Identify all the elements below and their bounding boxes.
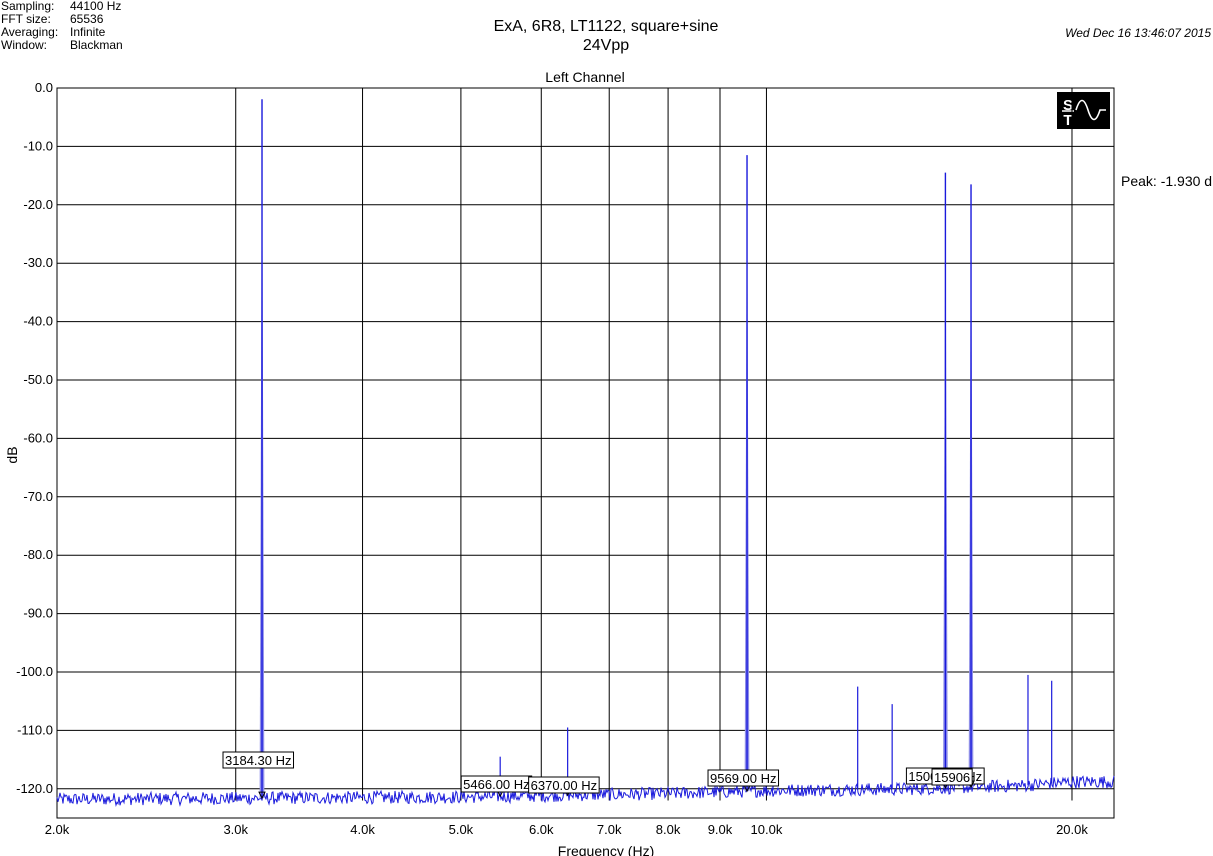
info-fft-value: 65536: [70, 12, 104, 26]
x-tick-label: 20.0k: [1056, 822, 1088, 837]
chart-subtitle: Left Channel: [545, 69, 624, 85]
marker-label: 3184.30 Hz: [225, 753, 292, 768]
spectrum-chart: Sampling: 44100 Hz FFT size: 65536 Avera…: [1, 0, 1212, 856]
plot-area: [56, 87, 1115, 819]
info-averaging-value: Infinite: [70, 25, 106, 39]
y-tick-label: -110.0: [17, 722, 53, 737]
st-logo-icon: S T: [1057, 92, 1110, 129]
y-tick-label: -70.0: [23, 489, 53, 504]
info-averaging-label: Averaging:: [1, 25, 58, 39]
x-tick-label: 6.0k: [529, 822, 554, 837]
y-tick-label: -50.0: [23, 372, 53, 387]
y-tick-label: -100.0: [16, 664, 53, 679]
y-tick-label: -60.0: [23, 430, 53, 445]
x-tick-label: 9.0k: [708, 822, 733, 837]
marker-label: 5466.00 Hz: [463, 777, 530, 792]
y-tick-label: -10.0: [23, 138, 53, 153]
marker-label: 15906: [934, 770, 970, 785]
timestamp: Wed Dec 16 13:46:07 2015: [1065, 26, 1211, 40]
y-tick-label: -30.0: [23, 255, 53, 270]
y-tick-label: -80.0: [23, 547, 53, 562]
info-fft-label: FFT size:: [1, 12, 51, 26]
x-tick-label: 8.0k: [656, 822, 681, 837]
marker-label: 9569.00 Hz: [710, 771, 777, 786]
marker-label: 6370.00 Hz: [531, 778, 598, 793]
y-axis-label: dB: [4, 446, 20, 463]
x-tick-label: 10.0k: [751, 822, 783, 837]
peak-readout: Peak: -1.930 d: [1121, 173, 1212, 189]
info-window-value: Blackman: [70, 38, 123, 52]
chart-title-line1: ExA, 6R8, LT1122, square+sine: [494, 18, 719, 35]
x-tick-label: 4.0k: [350, 822, 375, 837]
x-tick-label: 5.0k: [449, 822, 474, 837]
x-tick-label: 2.0k: [45, 822, 70, 837]
chart-title-line2: 24Vpp: [583, 37, 629, 54]
y-tick-label: -90.0: [23, 606, 53, 621]
y-tick-label: -120.0: [16, 781, 53, 796]
svg-text:T: T: [1063, 112, 1072, 129]
y-tick-label: -40.0: [23, 314, 53, 329]
measurement-info: Sampling: 44100 Hz FFT size: 65536 Avera…: [1, 0, 123, 52]
x-tick-label: 7.0k: [597, 822, 622, 837]
x-tick-label: 3.0k: [223, 822, 248, 837]
info-window-label: Window:: [1, 38, 47, 52]
y-tick-label: 0.0: [35, 80, 53, 95]
y-tick-label: -20.0: [23, 197, 53, 212]
x-axis-label: Frequency (Hz): [558, 843, 654, 856]
